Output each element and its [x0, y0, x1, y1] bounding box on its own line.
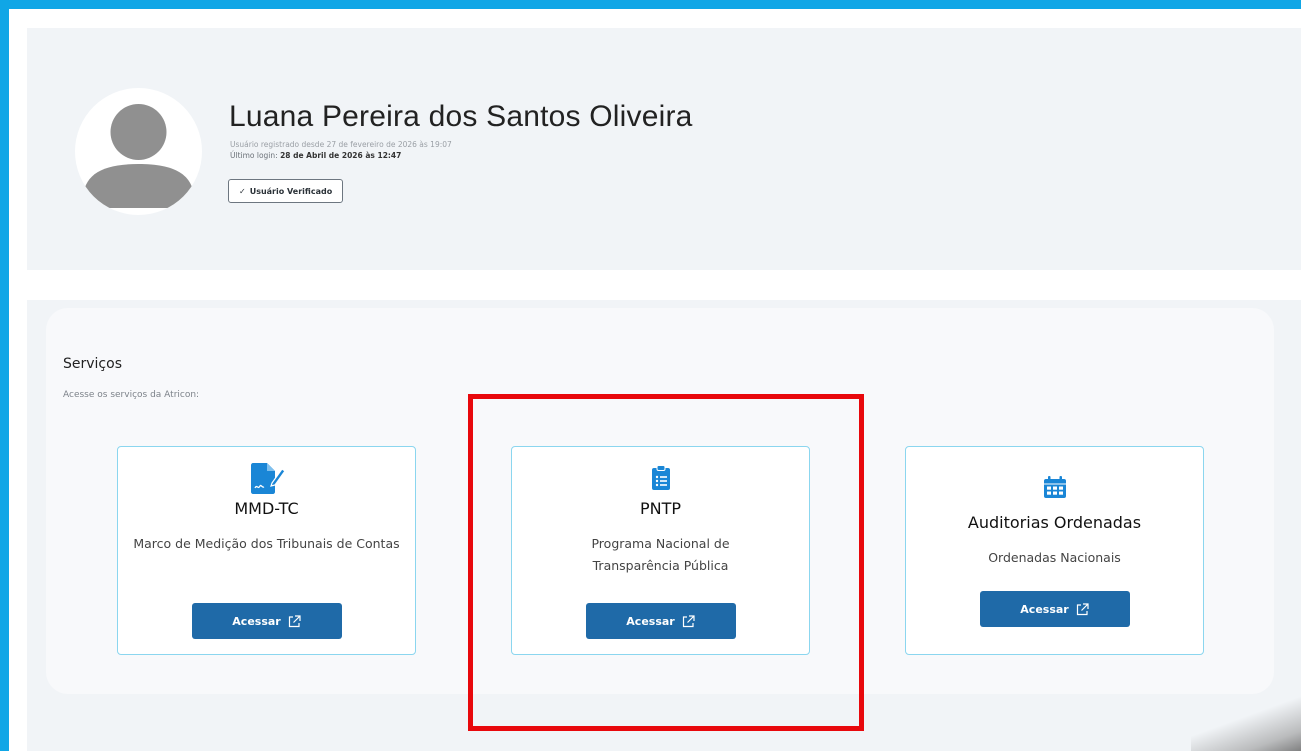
- avatar: [75, 88, 202, 215]
- user-name: Luana Pereira dos Santos Oliveira: [229, 100, 693, 133]
- profile-header: Luana Pereira dos Santos Oliveira Usuári…: [27, 28, 1301, 270]
- service-card-pntp: PNTP Programa Nacional de Transparência …: [511, 446, 810, 655]
- service-title: MMD-TC: [234, 499, 299, 518]
- service-description: Programa Nacional de Transparência Públi…: [591, 536, 730, 573]
- access-button-mmd-tc[interactable]: Acessar: [191, 603, 342, 639]
- service-card-mmd-tc: MMD-TC Marco de Medição dos Tribunais de…: [117, 446, 416, 655]
- access-button-label: Acessar: [232, 614, 281, 628]
- last-login-value: 28 de Abril de 2026 às 12:47: [280, 151, 402, 160]
- file-signature-icon: [249, 461, 286, 499]
- external-link-icon: [682, 614, 695, 627]
- services-subtitle: Acesse os serviços da Atricon:: [63, 390, 200, 400]
- service-title: Auditorias Ordenadas: [967, 513, 1142, 532]
- service-description: Marco de Medição dos Tribunais de Contas: [133, 536, 400, 551]
- external-link-icon: [1076, 602, 1089, 615]
- verified-badge: ✓ Usuário Verificado: [228, 179, 344, 203]
- access-button-label: Acessar: [626, 614, 675, 628]
- access-button-pntp[interactable]: Acessar: [585, 603, 736, 639]
- check-icon: ✓: [239, 186, 246, 196]
- access-button-label: Acessar: [1020, 602, 1069, 616]
- user-silhouette-icon: [83, 104, 194, 208]
- access-button-auditorias[interactable]: Acessar: [979, 591, 1130, 627]
- service-title: PNTP: [639, 499, 682, 518]
- registration-date: Usuário registrado desde 27 de fevereiro…: [230, 140, 452, 149]
- calendar-icon: [1043, 475, 1067, 503]
- service-description: Ordenadas Nacionais: [988, 550, 1121, 565]
- service-card-auditorias: Auditorias Ordenadas Ordenadas Nacionais…: [905, 446, 1204, 655]
- last-login-label: Último login:: [230, 151, 281, 160]
- last-login: Último login: 28 de Abril de 2026 às 12:…: [230, 151, 401, 160]
- verified-badge-label: Usuário Verificado: [249, 186, 333, 196]
- services-title: Serviços: [63, 356, 122, 372]
- external-link-icon: [288, 614, 301, 627]
- clipboard-list-icon: [651, 465, 671, 495]
